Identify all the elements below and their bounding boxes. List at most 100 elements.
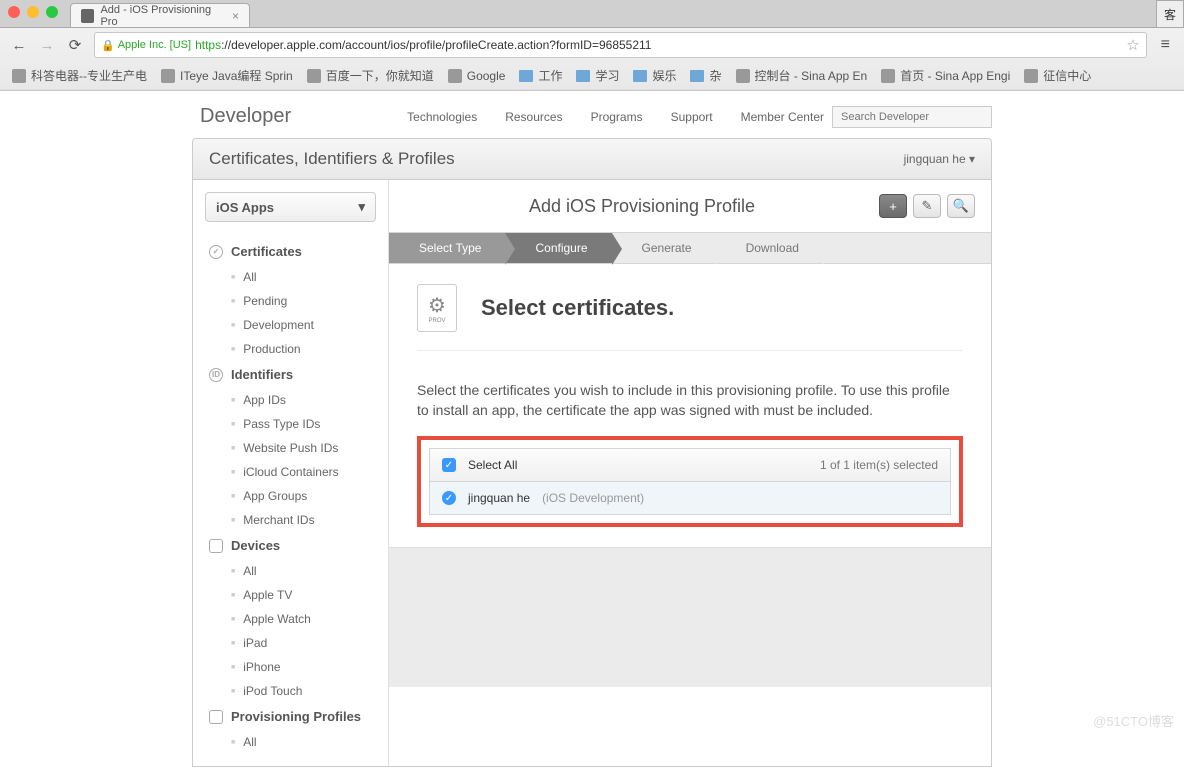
bookmark-item[interactable]: Google — [448, 69, 506, 83]
add-button[interactable]: + — [879, 194, 907, 218]
bookmark-item[interactable]: 科答电器--专业生产电 — [12, 67, 147, 84]
select-all-row[interactable]: ✓ Select All 1 of 1 item(s) selected — [430, 449, 950, 482]
page-icon — [736, 69, 750, 83]
prov-icon — [209, 710, 223, 724]
sidebar-item[interactable]: iPod Touch — [193, 679, 388, 703]
heading-text: Select certificates. — [481, 295, 674, 321]
sidebar-item[interactable]: Pending — [193, 289, 388, 313]
certificate-row[interactable]: ✓jingquan he (iOS Development) — [430, 482, 950, 514]
sidebar-item[interactable]: All — [193, 730, 388, 754]
page-icon — [881, 69, 895, 83]
page-icon — [1024, 69, 1038, 83]
checkbox-icon[interactable]: ✓ — [442, 491, 456, 505]
apple-nav: Technologies Resources Programs Support Memb… — [407, 110, 824, 124]
address-bar[interactable]: 🔒 Apple Inc. [US] https://developer.appl… — [94, 32, 1147, 58]
step-download[interactable]: Download — [716, 233, 823, 263]
sidebar-item[interactable]: All — [193, 559, 388, 583]
reload-button[interactable]: ⟳ — [66, 36, 84, 54]
device-icon — [209, 539, 223, 553]
step-select-type[interactable]: Select Type — [389, 233, 505, 263]
forward-button[interactable]: → — [38, 36, 56, 54]
apple-header: Developer TechnologiesResourcesProgramsS… — [192, 91, 992, 138]
cert-name: jingquan he — [468, 491, 530, 505]
bookmark-item[interactable]: 控制台 - Sina App En — [736, 67, 868, 84]
sidebar-item[interactable]: Pass Type IDs — [193, 412, 388, 436]
page-icon — [12, 69, 26, 83]
bookmarks-bar: 科答电器--专业生产电 ITeye Java编程 Sprin 百度一下，你就知道 Go… — [0, 62, 1184, 90]
close-window-icon[interactable] — [8, 6, 20, 18]
sidebar-item[interactable]: Apple TV — [193, 583, 388, 607]
page-icon — [307, 69, 321, 83]
bookmark-item[interactable]: 学习 — [576, 67, 619, 84]
sidebar-item[interactable]: App Groups — [193, 484, 388, 508]
browser-tab[interactable]: Add - iOS Provisioning Pro × — [70, 3, 250, 27]
window-controls[interactable] — [8, 6, 58, 18]
hamburger-menu-icon[interactable]: ≡ — [1157, 36, 1174, 54]
page-icon — [161, 69, 175, 83]
minimize-window-icon[interactable] — [27, 6, 39, 18]
sidebar-item[interactable]: iCloud Containers — [193, 460, 388, 484]
sidebar-item[interactable]: Merchant IDs — [193, 508, 388, 532]
check-icon: ✓ — [209, 245, 223, 259]
folder-icon — [576, 70, 590, 82]
step-configure[interactable]: Configure — [505, 233, 611, 263]
folder-icon — [519, 70, 533, 82]
favicon-icon — [81, 9, 94, 23]
chevron-down-icon: ▾ — [358, 199, 365, 215]
user-dropdown[interactable]: jingquan he ▾ — [904, 152, 975, 166]
sidebar-item[interactable]: Production — [193, 337, 388, 361]
section-title: Certificates, Identifiers & Profiles — [209, 149, 455, 169]
sidebar-item[interactable]: All — [193, 265, 388, 289]
main-header: Add iOS Provisioning Profile + ✎ 🔍 — [389, 180, 991, 232]
bookmark-item[interactable]: 工作 — [519, 67, 562, 84]
maximize-window-icon[interactable] — [46, 6, 58, 18]
nav-link[interactable]: Member Center — [741, 110, 824, 124]
sidebar-item[interactable]: Apple Watch — [193, 607, 388, 631]
nav-bar: ← → ⟳ 🔒 Apple Inc. [US] https://develope… — [0, 28, 1184, 62]
sidebar-item[interactable]: iPhone — [193, 655, 388, 679]
nav-link[interactable]: Resources — [505, 110, 562, 124]
search-input[interactable] — [832, 106, 992, 128]
sidebar-category[interactable]: Devices — [193, 532, 388, 559]
tab-bar: Add - iOS Provisioning Pro × 客 — [0, 0, 1184, 28]
gear-icon: ⚙ — [428, 293, 446, 318]
sidebar: iOS Apps▾ ✓CertificatesAllPendingDevelop… — [193, 180, 389, 766]
footer-area — [389, 547, 991, 687]
id-icon: ID — [209, 368, 223, 382]
certificate-table: ✓ Select All 1 of 1 item(s) selected ✓ ji… — [429, 448, 951, 515]
nav-link[interactable]: Programs — [591, 110, 643, 124]
selection-count: 1 of 1 item(s) selected — [820, 458, 938, 472]
bookmark-item[interactable]: 征信中心 — [1024, 67, 1091, 84]
url-text: https://developer.apple.com/account/ios/… — [195, 38, 1126, 52]
sidebar-item[interactable]: App IDs — [193, 388, 388, 412]
sidebar-item[interactable]: iPad — [193, 631, 388, 655]
search-button[interactable]: 🔍 — [947, 194, 975, 218]
bookmark-item[interactable]: ITeye Java编程 Sprin — [161, 67, 293, 84]
sidebar-item[interactable]: Development — [193, 313, 388, 337]
platform-dropdown[interactable]: iOS Apps▾ — [205, 192, 376, 222]
toolbar: + ✎ 🔍 — [879, 194, 975, 218]
bookmark-item[interactable]: 首页 - Sina App Engi — [881, 67, 1010, 84]
back-button[interactable]: ← — [10, 36, 28, 54]
edit-button[interactable]: ✎ — [913, 194, 941, 218]
folder-icon — [690, 70, 704, 82]
sidebar-category[interactable]: Provisioning Profiles — [193, 703, 388, 730]
step-generate[interactable]: Generate — [612, 233, 716, 263]
bookmark-item[interactable]: 百度一下，你就知道 — [307, 67, 434, 84]
browser-chrome: Add - iOS Provisioning Pro × 客 ← → ⟳ 🔒 A… — [0, 0, 1184, 91]
checkbox-icon[interactable]: ✓ — [442, 458, 456, 472]
content-area: iOS Apps▾ ✓CertificatesAllPendingDevelop… — [192, 180, 992, 767]
lock-icon: 🔒 Apple Inc. [US] — [101, 39, 191, 52]
nav-link[interactable]: Support — [671, 110, 713, 124]
profile-button[interactable]: 客 — [1156, 0, 1184, 28]
sidebar-category[interactable]: IDIdentifiers — [193, 361, 388, 388]
provisioning-file-icon: ⚙ PROV — [417, 284, 457, 332]
bookmark-item[interactable]: 娱乐 — [633, 67, 676, 84]
sidebar-category[interactable]: ✓Certificates — [193, 238, 388, 265]
bookmark-star-icon[interactable]: ☆ — [1126, 36, 1139, 54]
bookmark-item[interactable]: 杂 — [690, 67, 721, 84]
sidebar-item[interactable]: Website Push IDs — [193, 436, 388, 460]
select-all-label: Select All — [468, 458, 517, 472]
close-tab-icon[interactable]: × — [232, 9, 239, 23]
nav-link[interactable]: Technologies — [407, 110, 477, 124]
